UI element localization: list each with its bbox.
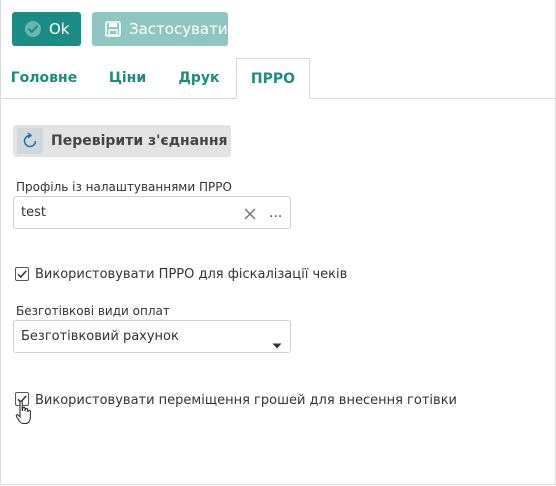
- check-circle-icon: [24, 20, 42, 38]
- caret-down-icon: [272, 334, 282, 349]
- check-connection-button[interactable]: Перевірити з'єднання: [13, 125, 231, 157]
- tab-bar: Головне Ціни Друк ПРРО: [0, 58, 556, 99]
- tab-prices[interactable]: Ціни: [100, 58, 155, 98]
- check-connection-label: Перевірити з'єднання: [51, 133, 228, 149]
- hand-pointer-icon: [15, 400, 33, 426]
- toolbar: Ok Застосувати: [0, 0, 556, 58]
- cashless-select[interactable]: Безготівковий рахунок: [13, 320, 291, 353]
- tab-prro[interactable]: ПРРО: [236, 58, 310, 99]
- save-icon: [104, 20, 122, 38]
- refresh-icon: [17, 128, 43, 154]
- profile-value: test: [21, 205, 46, 220]
- apply-button[interactable]: Застосувати: [92, 12, 228, 46]
- checkmark-icon: [17, 270, 27, 279]
- profile-label: Профіль із налаштуваннями ПРРО: [16, 180, 232, 194]
- use-prro-label[interactable]: Використовувати ПРРО для фіскалізації че…: [35, 267, 347, 282]
- use-prro-checkbox[interactable]: [15, 267, 29, 281]
- tab-main[interactable]: Головне: [0, 58, 88, 98]
- profile-field[interactable]: test ...: [13, 196, 291, 229]
- ok-button-label: Ok: [49, 20, 70, 38]
- tab-print[interactable]: Друк: [168, 58, 230, 98]
- close-icon[interactable]: [243, 206, 257, 220]
- use-transfer-label[interactable]: Використовувати переміщення грошей для в…: [35, 393, 457, 408]
- apply-button-label: Застосувати: [129, 20, 228, 38]
- more-button[interactable]: ...: [269, 205, 282, 221]
- ok-button[interactable]: Ok: [12, 12, 81, 46]
- cashless-value: Безготівковий рахунок: [21, 329, 179, 344]
- cashless-label: Безготівкові види оплат: [16, 304, 170, 318]
